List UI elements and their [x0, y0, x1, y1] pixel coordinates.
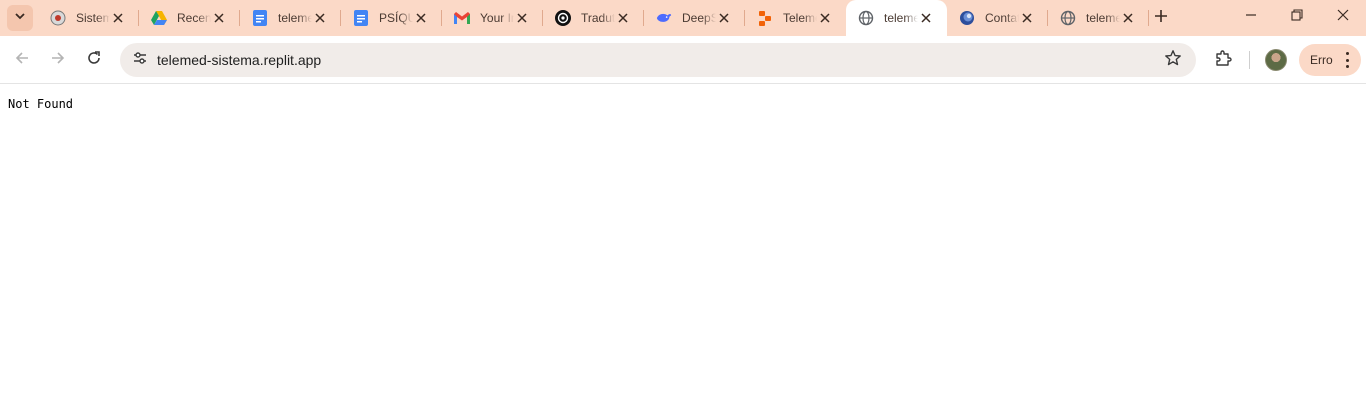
tab-strip: Sistema Recentes telemed P [0, 0, 1366, 36]
close-tab-icon[interactable] [515, 11, 529, 25]
chrome-globe-icon [50, 10, 66, 26]
deepseek-icon [656, 10, 672, 26]
browser-tab[interactable]: Contatos [947, 0, 1048, 36]
new-tab-button[interactable] [1150, 7, 1172, 29]
back-button[interactable] [10, 48, 34, 72]
bookmark-button[interactable] [1164, 49, 1182, 72]
arrow-right-icon [50, 50, 66, 71]
restore-icon [1291, 8, 1303, 26]
close-tab-icon[interactable] [1121, 11, 1135, 25]
close-tab-icon[interactable] [111, 11, 125, 25]
tab-title: Telemed [783, 11, 817, 25]
google-drive-icon [151, 10, 167, 26]
error-profile-button[interactable]: Erro [1299, 44, 1361, 76]
error-label: Erro [1310, 53, 1333, 67]
browser-tab[interactable]: Tradutor [543, 0, 644, 36]
plus-icon [1154, 9, 1168, 28]
tab-search-button[interactable] [7, 5, 33, 31]
browser-tab[interactable]: Telemed [745, 0, 846, 36]
close-tab-icon[interactable] [919, 11, 933, 25]
site-info-button[interactable] [124, 46, 156, 74]
close-tab-icon[interactable] [616, 11, 630, 25]
reload-icon [86, 50, 102, 71]
gmail-icon [454, 10, 470, 26]
close-window-button[interactable] [1320, 0, 1366, 34]
chevron-down-icon [14, 9, 26, 27]
tab-title: Your Inbox [480, 11, 514, 25]
forward-button[interactable] [46, 48, 70, 72]
restore-button[interactable] [1274, 0, 1320, 34]
tab-title: Sistema [76, 11, 110, 25]
star-icon [1164, 49, 1182, 72]
minimize-icon [1245, 8, 1257, 26]
browser-tab[interactable]: DeepSeek [644, 0, 745, 36]
close-tab-icon[interactable] [717, 11, 731, 25]
openai-icon [555, 10, 571, 26]
replit-icon [757, 10, 773, 26]
browser-tab[interactable]: Your Inbox [442, 0, 543, 36]
profile-avatar[interactable] [1265, 49, 1287, 71]
close-tab-icon[interactable] [1020, 11, 1034, 25]
browser-tab-active[interactable]: telemed [846, 0, 947, 36]
browser-toolbar: telemed-sistema.replit.app Erro [0, 36, 1366, 84]
tab-title: Tradutor [581, 11, 615, 25]
globe-blue-icon [959, 10, 975, 26]
tab-title: telemed [884, 11, 918, 25]
browser-tab[interactable]: Recentes [139, 0, 240, 36]
not-found-message: Not Found [8, 97, 74, 111]
browser-tab[interactable]: Sistema [38, 0, 139, 36]
google-docs-icon [252, 10, 268, 26]
close-tab-icon[interactable] [818, 11, 832, 25]
puzzle-icon [1214, 49, 1232, 72]
more-menu-icon [1345, 52, 1349, 68]
tab-list: Sistema Recentes telemed P [38, 0, 1149, 36]
tab-title: telemed [1086, 11, 1120, 25]
tab-separator [1148, 10, 1149, 26]
tab-title: telemed [278, 11, 312, 25]
close-icon [1337, 8, 1349, 26]
browser-tab[interactable]: PSÍQUICO [341, 0, 442, 36]
close-tab-icon[interactable] [313, 11, 327, 25]
tab-title: PSÍQUICO [379, 11, 413, 25]
globe-icon [858, 10, 874, 26]
reload-button[interactable] [82, 48, 106, 72]
extensions-button[interactable] [1211, 48, 1235, 72]
url-text[interactable]: telemed-sistema.replit.app [157, 52, 321, 68]
address-bar[interactable]: telemed-sistema.replit.app [120, 43, 1196, 77]
tab-title: DeepSeek [682, 11, 716, 25]
globe-icon [1060, 10, 1076, 26]
close-tab-icon[interactable] [414, 11, 428, 25]
arrow-left-icon [14, 50, 30, 71]
tab-title: Recentes [177, 11, 211, 25]
toolbar-divider [1249, 51, 1250, 69]
close-tab-icon[interactable] [212, 11, 226, 25]
browser-tab[interactable]: telemed [240, 0, 341, 36]
tab-title: Contatos [985, 11, 1019, 25]
google-docs-icon [353, 10, 369, 26]
minimize-button[interactable] [1228, 0, 1274, 34]
tune-icon [132, 50, 148, 71]
browser-tab[interactable]: telemed [1048, 0, 1149, 36]
page-content: Not Found [0, 85, 1366, 408]
